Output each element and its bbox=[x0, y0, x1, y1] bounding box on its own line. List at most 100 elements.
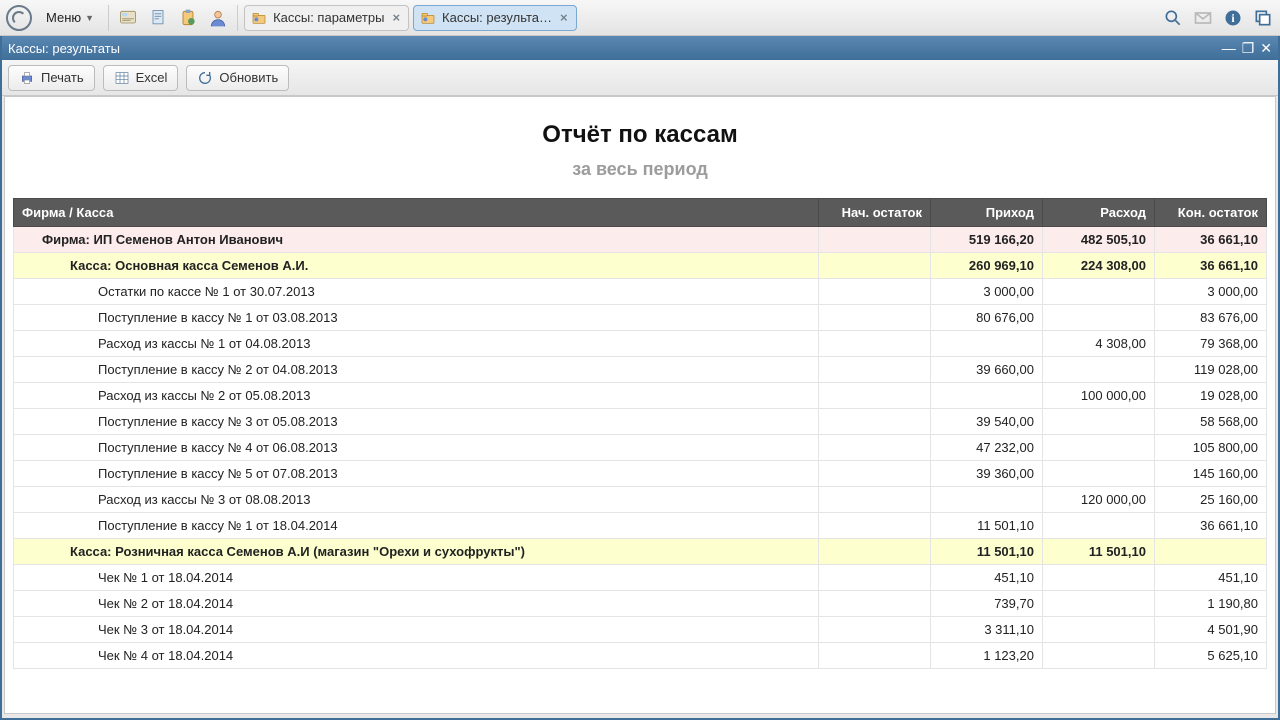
table-row[interactable]: Поступление в кассу № 1 от 03.08.201380 … bbox=[14, 305, 1267, 331]
table-row[interactable]: Касса: Розничная касса Семенов А.И (мага… bbox=[14, 539, 1267, 565]
app-logo-icon bbox=[6, 5, 32, 31]
tabs-container: Кассы: параметры × Кассы: результа… × bbox=[244, 5, 577, 31]
cell-in: 451,10 bbox=[930, 565, 1042, 591]
cell-out: 100 000,00 bbox=[1042, 383, 1154, 409]
cell-end: 25 160,00 bbox=[1154, 487, 1266, 513]
cell-end: 19 028,00 bbox=[1154, 383, 1266, 409]
separator bbox=[237, 5, 238, 31]
maximize-icon[interactable]: ❐ bbox=[1242, 41, 1255, 55]
cell-end: 4 501,90 bbox=[1154, 617, 1266, 643]
tab-0[interactable]: Кассы: параметры × bbox=[244, 5, 409, 31]
table-row[interactable]: Расход из кассы № 1 от 04.08.20134 308,0… bbox=[14, 331, 1267, 357]
refresh-icon bbox=[197, 70, 213, 86]
cell-end: 3 000,00 bbox=[1154, 279, 1266, 305]
cell-in: 1 123,20 bbox=[930, 643, 1042, 669]
tab-close-icon[interactable]: × bbox=[558, 10, 570, 25]
tab-label: Кассы: параметры bbox=[273, 10, 384, 25]
cell-end: 5 625,10 bbox=[1154, 643, 1266, 669]
cell-in: 739,70 bbox=[930, 591, 1042, 617]
close-icon[interactable]: ✕ bbox=[1260, 41, 1272, 55]
cell-end bbox=[1154, 539, 1266, 565]
col-in: Приход bbox=[930, 199, 1042, 227]
cell-out bbox=[1042, 643, 1154, 669]
cell-name: Чек № 1 от 18.04.2014 bbox=[14, 565, 819, 591]
cell-start bbox=[819, 435, 930, 461]
cell-start bbox=[819, 565, 930, 591]
cell-name: Чек № 3 от 18.04.2014 bbox=[14, 617, 819, 643]
clipboard-icon[interactable] bbox=[175, 5, 201, 31]
cell-name: Поступление в кассу № 1 от 18.04.2014 bbox=[14, 513, 819, 539]
cell-name: Поступление в кассу № 3 от 05.08.2013 bbox=[14, 409, 819, 435]
cell-end: 58 568,00 bbox=[1154, 409, 1266, 435]
cell-end: 119 028,00 bbox=[1154, 357, 1266, 383]
table-row[interactable]: Касса: Основная касса Семенов А.И.260 96… bbox=[14, 253, 1267, 279]
col-start: Нач. остаток bbox=[819, 199, 930, 227]
action-bar: Печать Excel Обновить bbox=[0, 60, 1280, 96]
table-icon bbox=[114, 70, 130, 86]
info-icon[interactable]: i bbox=[1220, 5, 1246, 31]
table-row[interactable]: Фирма: ИП Семенов Антон Иванович519 166,… bbox=[14, 227, 1267, 253]
mail-icon[interactable] bbox=[1190, 5, 1216, 31]
cell-start bbox=[819, 643, 930, 669]
table-row[interactable]: Чек № 1 от 18.04.2014451,10451,10 bbox=[14, 565, 1267, 591]
tab-label: Кассы: результа… bbox=[442, 10, 552, 25]
user-icon[interactable] bbox=[205, 5, 231, 31]
tab-close-icon[interactable]: × bbox=[390, 10, 402, 25]
cell-out bbox=[1042, 279, 1154, 305]
cell-start bbox=[819, 461, 930, 487]
table-row[interactable]: Поступление в кассу № 5 от 07.08.201339 … bbox=[14, 461, 1267, 487]
main-menu-button[interactable]: Меню ▼ bbox=[38, 6, 102, 29]
cell-end: 79 368,00 bbox=[1154, 331, 1266, 357]
cell-in: 11 501,10 bbox=[930, 513, 1042, 539]
table-row[interactable]: Поступление в кассу № 3 от 05.08.2013 39 … bbox=[14, 409, 1267, 435]
cell-start bbox=[819, 305, 930, 331]
print-button[interactable]: Печать bbox=[8, 65, 95, 91]
cell-start bbox=[819, 357, 930, 383]
cell-name: Поступление в кассу № 1 от 03.08.2013 bbox=[14, 305, 819, 331]
cell-out bbox=[1042, 305, 1154, 331]
table-row[interactable]: Расход из кассы № 3 от 08.08.2013120 000… bbox=[14, 487, 1267, 513]
cell-in: 519 166,20 bbox=[930, 227, 1042, 253]
refresh-button[interactable]: Обновить bbox=[186, 65, 289, 91]
cell-out: 120 000,00 bbox=[1042, 487, 1154, 513]
cell-out bbox=[1042, 565, 1154, 591]
table-row[interactable]: Поступление в кассу № 2 от 04.08.201339 … bbox=[14, 357, 1267, 383]
search-icon[interactable] bbox=[1160, 5, 1186, 31]
window-titlebar: Кассы: результаты — ❐ ✕ bbox=[0, 36, 1280, 60]
cell-start bbox=[819, 591, 930, 617]
cell-in: 47 232,00 bbox=[930, 435, 1042, 461]
cell-out: 11 501,10 bbox=[1042, 539, 1154, 565]
cell-out bbox=[1042, 617, 1154, 643]
cell-in: 3 311,10 bbox=[930, 617, 1042, 643]
cell-start bbox=[819, 383, 930, 409]
table-row[interactable]: Поступление в кассу № 4 от 06.08.2013 47 … bbox=[14, 435, 1267, 461]
cell-name: Поступление в кассу № 5 от 07.08.2013 bbox=[14, 461, 819, 487]
cell-start bbox=[819, 279, 930, 305]
document-icon[interactable] bbox=[145, 5, 171, 31]
tab-1[interactable]: Кассы: результа… × bbox=[413, 5, 577, 31]
cell-out bbox=[1042, 435, 1154, 461]
table-row[interactable]: Остатки по кассе № 1 от 30.07.20133 000,… bbox=[14, 279, 1267, 305]
minimize-icon[interactable]: — bbox=[1222, 41, 1236, 55]
cell-name: Касса: Розничная касса Семенов А.И (мага… bbox=[14, 539, 819, 565]
cell-out bbox=[1042, 461, 1154, 487]
table-row[interactable]: Поступление в кассу № 1 от 18.04.2014 11 … bbox=[14, 513, 1267, 539]
refresh-label: Обновить bbox=[219, 70, 278, 85]
table-row[interactable]: Чек № 4 от 18.04.20141 123,205 625,10 bbox=[14, 643, 1267, 669]
cell-in: 39 660,00 bbox=[930, 357, 1042, 383]
report-content: Отчёт по кассам за весь период Фирма / К… bbox=[4, 96, 1276, 714]
windows-icon[interactable] bbox=[1250, 5, 1276, 31]
table-row[interactable]: Чек № 3 от 18.04.2014 3 311,10 4 501,90 bbox=[14, 617, 1267, 643]
cell-name: Поступление в кассу № 4 от 06.08.2013 bbox=[14, 435, 819, 461]
cell-in: 39 540,00 bbox=[930, 409, 1042, 435]
cell-start bbox=[819, 539, 930, 565]
cell-in: 11 501,10 bbox=[930, 539, 1042, 565]
cell-end: 36 661,10 bbox=[1154, 513, 1266, 539]
excel-button[interactable]: Excel bbox=[103, 65, 179, 91]
table-row[interactable]: Расход из кассы № 2 от 05.08.2013100 000… bbox=[14, 383, 1267, 409]
cell-end: 36 661,10 bbox=[1154, 253, 1266, 279]
table-row[interactable]: Чек № 2 от 18.04.2014739,701 190,80 bbox=[14, 591, 1267, 617]
address-book-icon[interactable] bbox=[115, 5, 141, 31]
report-title: Отчёт по кассам bbox=[5, 97, 1275, 159]
report-subtitle: за весь период bbox=[5, 159, 1275, 198]
